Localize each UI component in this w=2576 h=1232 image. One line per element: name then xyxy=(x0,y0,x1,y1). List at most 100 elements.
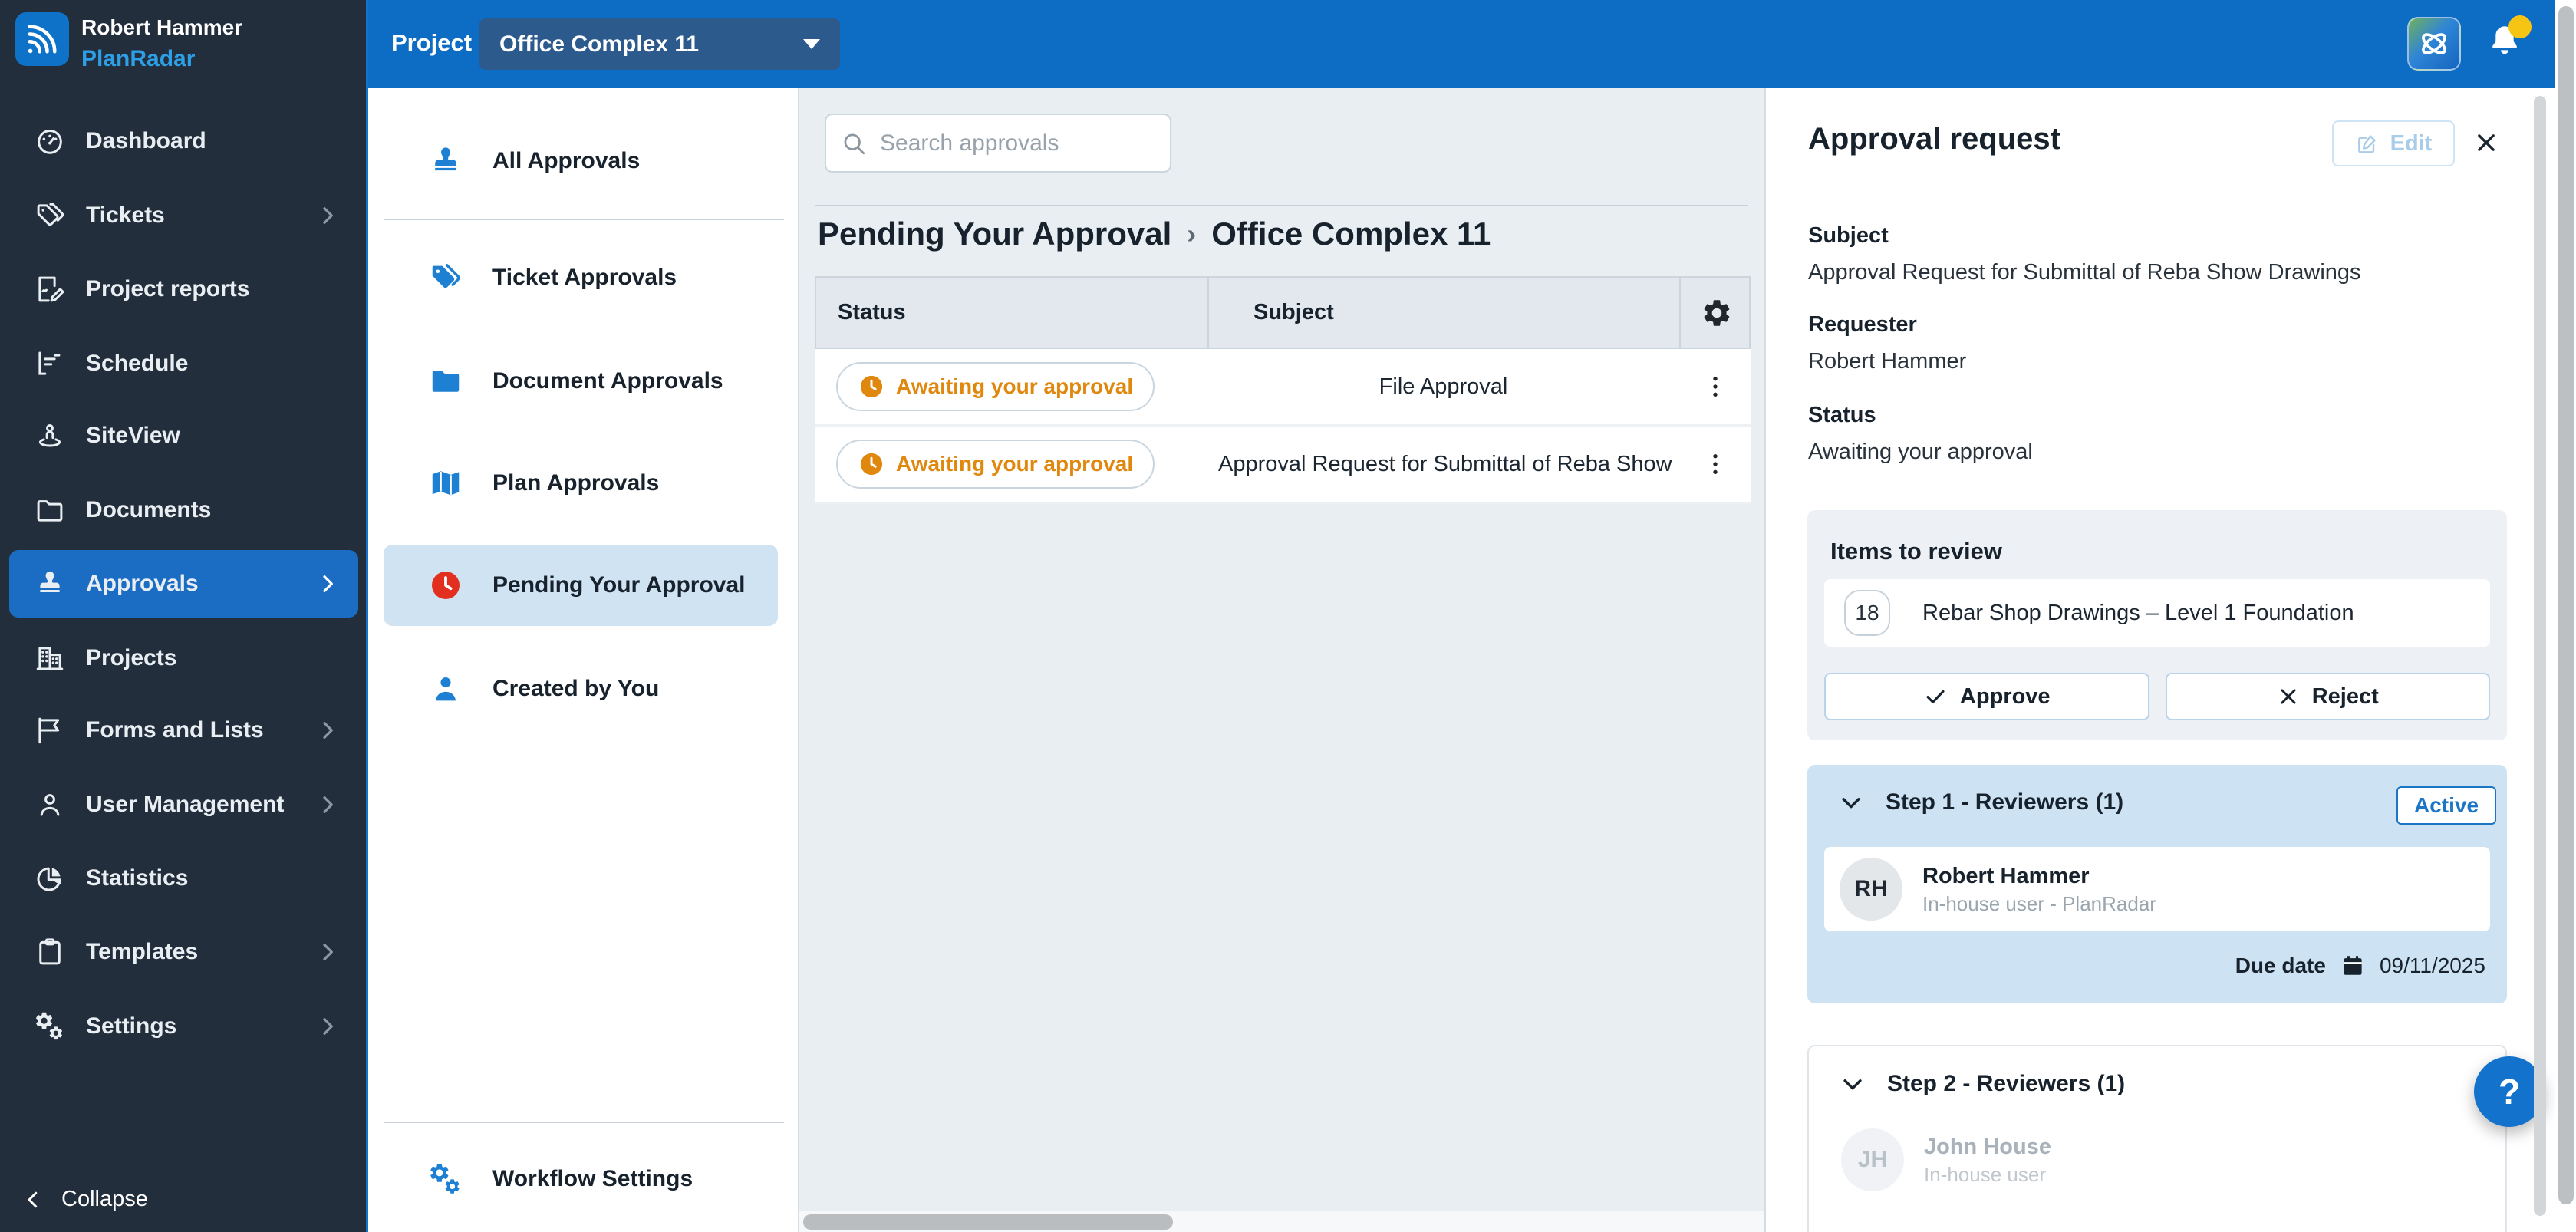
subpanel-item-pending-your-approval[interactable]: Pending Your Approval xyxy=(384,545,778,626)
edit-button[interactable]: Edit xyxy=(2332,120,2455,166)
notifications-button[interactable] xyxy=(2484,15,2532,63)
breadcrumb-parent[interactable]: Pending Your Approval xyxy=(818,216,1171,252)
sidebar-item-dashboard[interactable]: Dashboard xyxy=(9,107,358,175)
approve-button[interactable]: Approve xyxy=(1824,673,2149,720)
templates-clipboard-icon xyxy=(34,936,66,968)
sidebar-item-label: Statistics xyxy=(86,865,189,891)
clock-icon xyxy=(858,450,885,478)
due-date-value: 09/11/2025 xyxy=(2379,954,2485,977)
chevron-right-icon xyxy=(315,203,340,228)
sidebar-item-siteview[interactable]: SiteView xyxy=(9,402,358,469)
sidebar-item-label: Schedule xyxy=(86,351,189,376)
schedule-icon xyxy=(34,348,66,380)
app-switcher-button[interactable] xyxy=(2407,17,2461,71)
step2-header[interactable]: Step 2 - Reviewers (1) xyxy=(1840,1071,2125,1097)
step1-header[interactable]: Step 1 - Reviewers (1) xyxy=(1838,789,2123,815)
subpanel-item-all-approvals[interactable]: All Approvals xyxy=(384,120,778,202)
panel-scrollbar-thumb[interactable] xyxy=(2534,96,2546,1216)
sidebar-item-label: User Management xyxy=(86,792,285,817)
reject-button[interactable]: Reject xyxy=(2165,673,2490,720)
close-icon xyxy=(2473,130,2499,156)
sidebar: Robert Hammer PlanRadar Dashboard Ticket… xyxy=(0,0,368,1232)
tickets-icon xyxy=(34,199,66,232)
collapse-label: Collapse xyxy=(61,1187,148,1211)
atom-icon xyxy=(2416,26,2452,61)
caret-down-icon xyxy=(803,39,820,49)
reviewer-info: Robert Hammer In-house user - PlanRadar xyxy=(1922,861,2156,917)
user-block[interactable]: Robert Hammer PlanRadar xyxy=(0,0,366,88)
notification-dot xyxy=(2508,15,2532,38)
subpanel-item-document-approvals[interactable]: Document Approvals xyxy=(384,341,778,422)
subpanel-item-workflow-settings[interactable]: Workflow Settings xyxy=(384,1138,778,1220)
column-settings-button[interactable] xyxy=(1681,278,1752,348)
breadcrumb-current: Office Complex 11 xyxy=(1211,216,1491,252)
planradar-logo xyxy=(15,12,69,66)
vertical-scrollbar-thumb[interactable] xyxy=(2558,6,2574,1204)
subpanel-item-ticket-approvals[interactable]: Ticket Approvals xyxy=(384,237,778,318)
subpanel-item-plan-approvals[interactable]: Plan Approvals xyxy=(384,443,778,524)
decision-buttons: Approve Reject xyxy=(1824,673,2490,720)
column-header-status[interactable]: Status xyxy=(816,278,1209,348)
user-icon xyxy=(34,789,66,821)
status-label: Status xyxy=(1808,403,1876,427)
sidebar-item-statistics[interactable]: Statistics xyxy=(9,845,358,912)
review-item[interactable]: 18 Rebar Shop Drawings – Level 1 Foundat… xyxy=(1824,579,2490,647)
search-input[interactable] xyxy=(878,129,1156,157)
folder-icon xyxy=(428,364,463,399)
horizontal-scrollbar[interactable] xyxy=(799,1211,1764,1232)
sidebar-item-projects[interactable]: Projects xyxy=(9,624,358,692)
user-org: PlanRadar xyxy=(81,46,196,71)
sidebar-item-settings[interactable]: Settings xyxy=(9,993,358,1060)
sidebar-item-user-management[interactable]: User Management xyxy=(9,771,358,838)
sidebar-item-tickets[interactable]: Tickets xyxy=(9,182,358,249)
subpanel-item-label: Ticket Approvals xyxy=(492,265,677,290)
sidebar-item-label: Project reports xyxy=(86,276,250,301)
table-row[interactable]: Awaiting your approval File Approval xyxy=(815,349,1751,427)
breadcrumb: Pending Your Approval › Office Complex 1… xyxy=(818,216,1491,252)
collapse-sidebar-button[interactable]: Collapse xyxy=(21,1187,148,1212)
subpanel-item-label: Created by You xyxy=(492,676,660,701)
table-row[interactable]: Awaiting your approval Approval Request … xyxy=(815,427,1751,504)
chevron-right-icon xyxy=(315,718,340,743)
step1-title: Step 1 - Reviewers (1) xyxy=(1886,789,2124,815)
clock-icon xyxy=(428,568,463,603)
chevron-right-icon xyxy=(315,792,340,817)
status-badge: Awaiting your approval xyxy=(836,362,1155,411)
sidebar-item-documents[interactable]: Documents xyxy=(9,476,358,544)
sidebar-item-schedule[interactable]: Schedule xyxy=(9,330,358,397)
subpanel-item-label: All Approvals xyxy=(492,148,641,173)
close-panel-button[interactable] xyxy=(2469,125,2504,160)
status-value: Awaiting your approval xyxy=(1808,440,2033,464)
sidebar-item-label: Approvals xyxy=(86,571,199,596)
siteview-icon xyxy=(34,420,66,452)
column-header-subject[interactable]: Subject xyxy=(1209,278,1681,348)
subject-cell: File Approval xyxy=(1379,374,1508,399)
person-icon xyxy=(428,671,463,707)
approvals-subpanel: All Approvals Ticket Approvals Document … xyxy=(368,88,799,1232)
item-title: Rebar Shop Drawings – Level 1 Foundation xyxy=(1922,600,2354,625)
panel-title: Approval request xyxy=(1808,122,2060,156)
sidebar-item-templates[interactable]: Templates xyxy=(9,918,358,986)
subpanel-item-created-by-you[interactable]: Created by You xyxy=(384,648,778,730)
subpanel-item-label: Pending Your Approval xyxy=(492,572,746,598)
horizontal-scrollbar-thumb[interactable] xyxy=(803,1214,1173,1230)
status-cell: Awaiting your approval xyxy=(815,440,1207,489)
subject-value: Approval Request for Submittal of Reba S… xyxy=(1808,260,2361,285)
row-menu-button[interactable] xyxy=(1679,372,1751,401)
chevron-right-icon xyxy=(315,1014,340,1039)
sidebar-item-approvals[interactable]: Approvals xyxy=(9,550,358,618)
vertical-scrollbar[interactable] xyxy=(2555,0,2576,1232)
divider xyxy=(815,205,1748,206)
reviewer-role: In-house user - PlanRadar xyxy=(1922,892,2156,915)
due-date-row: Due date 09/11/2025 xyxy=(2235,953,2485,979)
reject-label: Reject xyxy=(2311,684,2379,709)
project-select[interactable]: Office Complex 11 xyxy=(479,18,840,70)
project-reports-icon xyxy=(34,273,66,305)
panel-scrollbar[interactable] xyxy=(2534,96,2546,1220)
planradar-app: Project Office Complex 11 Robert Hammer … xyxy=(0,0,2576,1232)
sidebar-item-forms-and-lists[interactable]: Forms and Lists xyxy=(9,697,358,764)
reviewer-name: Robert Hammer xyxy=(1922,864,2090,888)
sidebar-item-project-reports[interactable]: Project reports xyxy=(9,255,358,323)
row-menu-button[interactable] xyxy=(1679,450,1751,479)
chevron-right-icon xyxy=(315,940,340,964)
